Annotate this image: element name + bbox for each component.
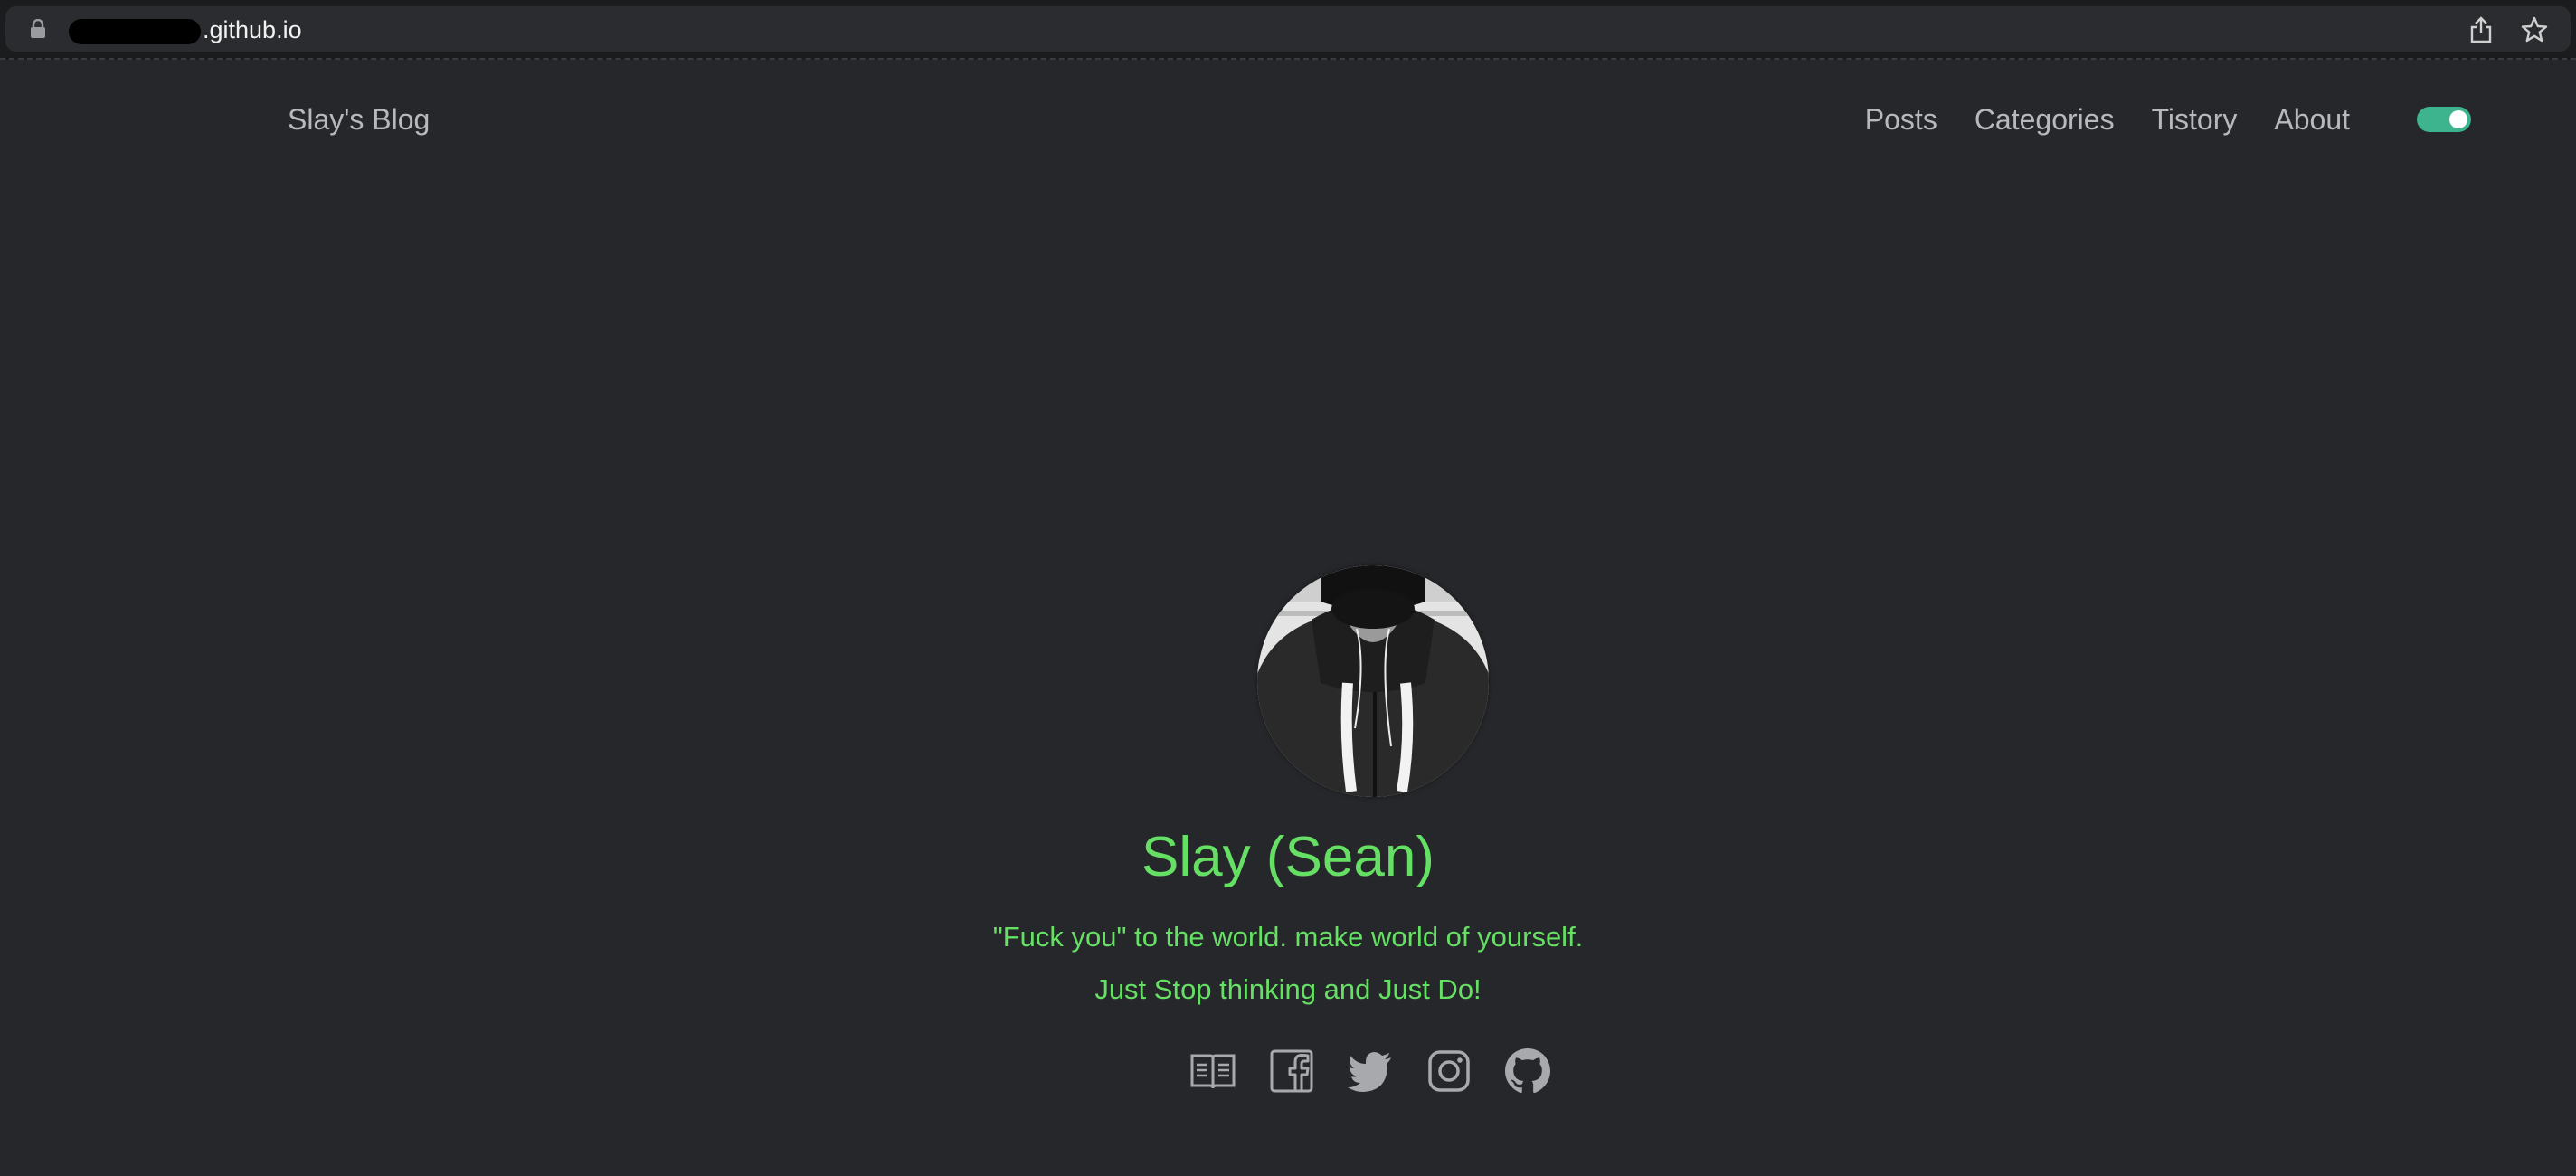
nav-tistory[interactable]: Tistory <box>2152 101 2238 138</box>
github-icon[interactable] <box>1503 1047 1552 1095</box>
profile-bio-line-1: "Fuck you" to the world. make world of y… <box>992 921 1584 953</box>
nav-categories[interactable]: Categories <box>1975 101 2115 138</box>
profile-bio-line-2: Just Stop thinking and Just Do! <box>1094 973 1482 1005</box>
avatar <box>1257 565 1489 797</box>
star-icon[interactable] <box>2520 15 2549 44</box>
lock-icon <box>31 19 45 38</box>
twitter-icon[interactable] <box>1346 1047 1395 1095</box>
dark-mode-toggle[interactable] <box>2417 107 2471 132</box>
toggle-knob <box>2449 110 2467 128</box>
instagram-icon[interactable] <box>1425 1047 1473 1095</box>
nav-about[interactable]: About <box>2274 101 2350 138</box>
url-text[interactable]: .github.io <box>69 14 302 46</box>
main-nav: Posts Categories Tistory About <box>1828 101 2350 138</box>
url-field[interactable]: .github.io <box>5 6 2571 52</box>
facebook-icon[interactable] <box>1267 1047 1316 1095</box>
avatar-photo <box>1257 565 1489 797</box>
social-links <box>1189 1047 1552 1095</box>
browser-address-bar: .github.io <box>0 0 2576 60</box>
profile-name: Slay (Sean) <box>1141 826 1435 888</box>
blog-book-icon[interactable] <box>1189 1047 1237 1095</box>
nav-posts[interactable]: Posts <box>1865 101 1937 138</box>
site-title-link[interactable]: Slay's Blog <box>288 101 430 138</box>
url-domain: .github.io <box>203 16 302 43</box>
url-redaction <box>69 18 201 44</box>
share-icon[interactable] <box>2467 15 2495 44</box>
